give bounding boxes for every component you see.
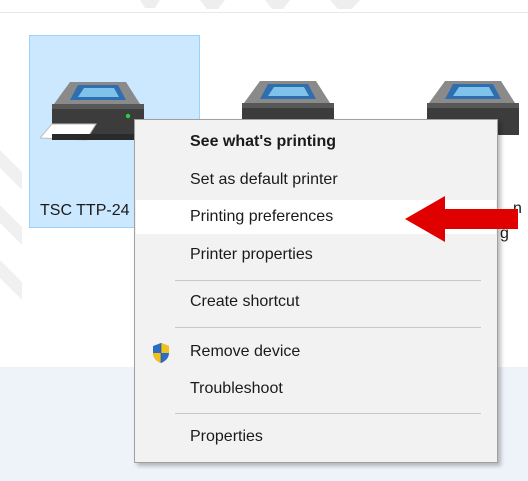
menu-item-label: Troubleshoot [190,380,283,397]
menu-item-label: Printing preferences [190,208,334,225]
menu-separator [175,280,481,281]
watermark-icon [140,0,360,9]
menu-separator [175,327,481,328]
menu-item-create-shortcut[interactable]: Create shortcut [136,285,496,319]
menu-item-label: Printer properties [190,246,313,263]
menu-item-label: Set as default printer [190,171,338,188]
menu-item-label: Create shortcut [190,293,300,310]
menu-item-label: See what's printing [190,133,337,150]
device-label: TSC TTP-24 [40,202,130,219]
uac-shield-icon [153,343,169,363]
menu-item-see-whats-printing[interactable]: See what's printing [136,125,496,159]
menu-item-troubleshoot[interactable]: Troubleshoot [136,372,496,406]
header-divider [0,12,528,13]
menu-item-properties[interactable]: Properties [136,420,496,454]
menu-item-label: Remove device [190,343,301,360]
menu-item-set-default[interactable]: Set as default printer [136,163,496,197]
context-menu: See what's printing Set as default print… [134,119,498,463]
red-arrow-icon [405,196,518,242]
menu-item-remove-device[interactable]: Remove device [136,335,496,369]
menu-separator [175,413,481,414]
menu-item-label: Properties [190,428,263,445]
